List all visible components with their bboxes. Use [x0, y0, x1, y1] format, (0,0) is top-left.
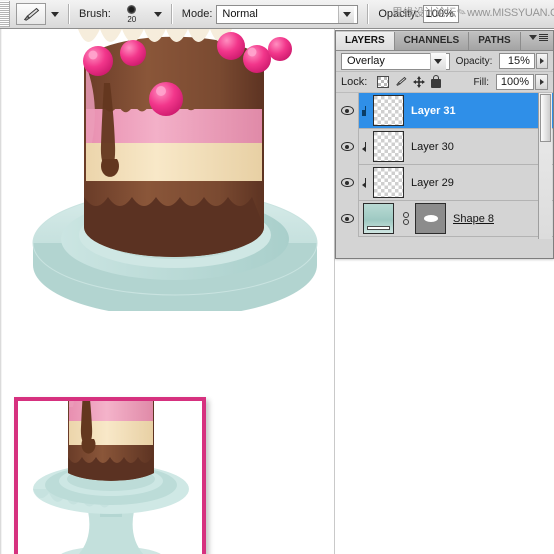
layer-list-viewport: Layer 31 Layer 30 Layer 29 Shape 8	[336, 93, 553, 239]
divider	[170, 4, 173, 24]
layer-name[interactable]: Layer 31	[411, 105, 456, 117]
clipping-mask-indicator	[359, 106, 373, 116]
layer-list-scrollbar[interactable]	[538, 93, 552, 239]
mode-select[interactable]: Normal	[216, 4, 359, 24]
lock-position-icon[interactable]	[413, 76, 426, 88]
brush-label: Brush:	[79, 8, 111, 20]
layer-row-layer-31[interactable]: Layer 31	[336, 93, 553, 129]
eye-icon	[340, 214, 354, 223]
brush-chevron-down-icon[interactable]	[153, 11, 162, 17]
layer-name[interactable]: Layer 30	[411, 141, 454, 153]
layer-name[interactable]: Shape 8	[453, 213, 494, 225]
blend-mode-select[interactable]: Overlay	[341, 52, 450, 70]
eye-icon	[340, 142, 354, 151]
layer-visibility-toggle[interactable]	[336, 93, 359, 129]
layer-row-layer-29[interactable]: Layer 29	[336, 164, 553, 201]
fill-input[interactable]: 100%	[496, 74, 534, 90]
tool-preset-section	[10, 0, 65, 28]
fill-label: Fill:	[473, 76, 489, 88]
lock-row: Lock: Fill: 100%	[336, 72, 553, 93]
canvas-left-edge	[0, 29, 2, 554]
eye-icon	[340, 178, 354, 187]
divider	[68, 4, 70, 24]
photoshop-window: Brush: 20 Mode: Normal Opacity: 100% 思缘设…	[0, 0, 554, 554]
cake-artwork-inset	[33, 401, 189, 554]
brush-size-value: 20	[127, 14, 137, 24]
clipping-mask-indicator	[359, 178, 373, 188]
layer-list: Layer 31 Layer 30 Layer 29 Shape 8	[336, 93, 553, 239]
watermark-chinese: 思缘设计论坛	[392, 7, 457, 19]
layer-visibility-toggle[interactable]	[336, 164, 359, 201]
opacity-slider-arrow-icon[interactable]	[535, 53, 548, 69]
layer-visibility-toggle[interactable]	[336, 200, 359, 237]
watermark-url: www.MISSYUAN.COM	[467, 7, 554, 19]
lock-transparency-icon[interactable]	[377, 76, 390, 88]
clipping-arrow-icon	[361, 142, 371, 152]
clipping-arrow-icon	[361, 106, 371, 116]
lock-label: Lock:	[341, 76, 368, 88]
blend-mode-row: Overlay Opacity: 15%	[336, 51, 553, 72]
scrollbar-thumb[interactable]	[540, 94, 551, 142]
eye-icon	[340, 106, 354, 115]
panel-opacity-label: Opacity:	[455, 55, 493, 67]
mode-chevron-down-icon[interactable]	[338, 5, 355, 23]
panel-menu-icon[interactable]	[529, 34, 548, 41]
tab-paths[interactable]: PATHS	[469, 32, 521, 50]
layers-panel: LAYERS CHANNELS PATHS Overlay Opacity: 1…	[335, 30, 554, 259]
options-bar-grip[interactable]	[0, 1, 10, 27]
divider	[367, 4, 370, 24]
panel-opacity-input[interactable]: 15%	[499, 53, 535, 69]
layer-thumbnail[interactable]	[373, 167, 404, 198]
layer-thumbnail[interactable]	[363, 203, 394, 234]
layer-thumbnail[interactable]	[373, 131, 404, 162]
inset-preview-box	[14, 397, 206, 554]
layer-thumbnail[interactable]	[373, 95, 404, 126]
vector-mask-thumbnail[interactable]	[415, 203, 446, 234]
cake-artwork-large	[32, 29, 318, 311]
tool-preset-chevron-down-icon[interactable]	[51, 11, 59, 17]
fill-slider-arrow-icon[interactable]	[535, 74, 548, 90]
tab-channels[interactable]: CHANNELS	[394, 32, 470, 50]
clipping-mask-indicator	[359, 142, 373, 152]
document-canvas[interactable]	[0, 29, 335, 554]
watermark: 思缘设计论坛✎www.MISSYUAN.COM	[392, 4, 554, 20]
brush-section: Brush: 20	[73, 0, 168, 28]
layer-row-shape-8[interactable]: Shape 8	[336, 200, 553, 237]
lock-icons-group	[377, 75, 442, 88]
layer-name[interactable]: Layer 29	[411, 177, 454, 189]
lock-image-icon[interactable]	[395, 76, 407, 88]
blend-mode-value: Overlay	[347, 55, 385, 67]
panel-tabstrip: LAYERS CHANNELS PATHS	[336, 31, 553, 51]
options-bar: Brush: 20 Mode: Normal Opacity: 100% 思缘设…	[0, 0, 554, 29]
paintbrush-icon[interactable]	[16, 3, 46, 25]
mode-label: Mode:	[181, 8, 213, 20]
brush-tip-icon	[127, 4, 137, 14]
layer-row-layer-30[interactable]: Layer 30	[336, 128, 553, 165]
mode-section: Mode: Normal	[176, 0, 365, 28]
tab-layers[interactable]: LAYERS	[336, 32, 395, 50]
layer-visibility-toggle[interactable]	[336, 128, 359, 165]
blend-mode-chevron-down-icon[interactable]	[429, 52, 446, 70]
mode-value: Normal	[222, 8, 258, 20]
lock-all-icon[interactable]	[431, 75, 442, 88]
mask-link-icon[interactable]	[401, 210, 411, 228]
brush-preview[interactable]: 20	[117, 2, 147, 26]
clipping-arrow-icon	[361, 178, 371, 188]
